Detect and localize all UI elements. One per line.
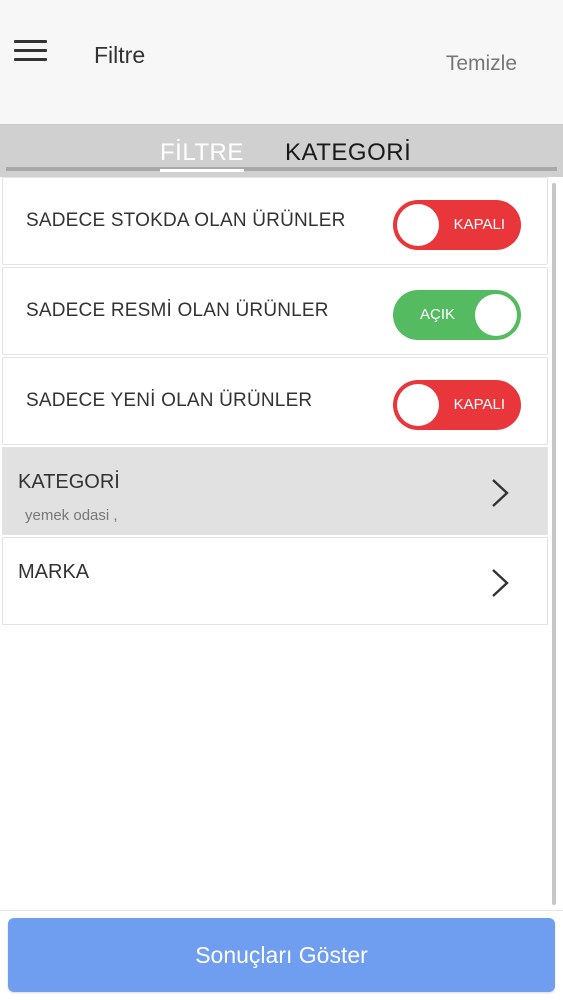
footer-divider (0, 910, 563, 911)
filter-row-with-image: SADECE RESMİ OLAN ÜRÜNLER AÇIK (2, 267, 548, 355)
toggle-state-label: KAPALI (453, 216, 505, 233)
chevron-right-icon (492, 569, 509, 597)
toggle-state-label: KAPALI (453, 396, 505, 413)
tab-category[interactable]: KATEGORİ (285, 139, 411, 167)
toggle-knob (397, 384, 439, 426)
brand-row[interactable]: MARKA (2, 537, 548, 625)
brand-title: MARKA (18, 561, 90, 583)
category-row[interactable]: KATEGORİ yemek odasi , (2, 447, 548, 535)
tab-filter[interactable]: FİLTRE (160, 139, 244, 172)
filter-row-in-stock: SADECE STOKDA OLAN ÜRÜNLER KAPALI (2, 177, 548, 265)
filter-label: SADECE YENİ OLAN ÜRÜNLER (26, 390, 313, 411)
category-title: KATEGORİ (18, 471, 120, 493)
show-results-button[interactable]: Sonuçları Göster (8, 918, 555, 992)
page-title: Filtre (94, 42, 146, 68)
toggle-state-label: AÇIK (420, 306, 456, 323)
filter-label: SADECE RESMİ OLAN ÜRÜNLER (26, 300, 329, 321)
tab-indicator-track (6, 167, 557, 171)
toggle-knob (475, 294, 517, 336)
tab-bar: FİLTRE KATEGORİ (0, 125, 563, 177)
app-bar: Filtre Temizle (0, 0, 563, 125)
chevron-right-icon (492, 479, 509, 507)
filter-list: SADECE STOKDA OLAN ÜRÜNLER KAPALI SADECE… (0, 177, 548, 627)
hamburger-menu-icon[interactable] (14, 38, 48, 64)
in-stock-toggle[interactable]: KAPALI (393, 200, 521, 250)
filter-row-new-items: SADECE YENİ OLAN ÜRÜNLER KAPALI (2, 357, 548, 445)
with-image-toggle[interactable]: AÇIK (393, 290, 521, 340)
clear-button[interactable]: Temizle (446, 52, 517, 76)
new-items-toggle[interactable]: KAPALI (393, 380, 521, 430)
category-selected-value: yemek odasi , (25, 507, 118, 524)
filter-label: SADECE STOKDA OLAN ÜRÜNLER (26, 210, 346, 231)
toggle-knob (397, 204, 439, 246)
scrollbar[interactable] (552, 183, 556, 905)
